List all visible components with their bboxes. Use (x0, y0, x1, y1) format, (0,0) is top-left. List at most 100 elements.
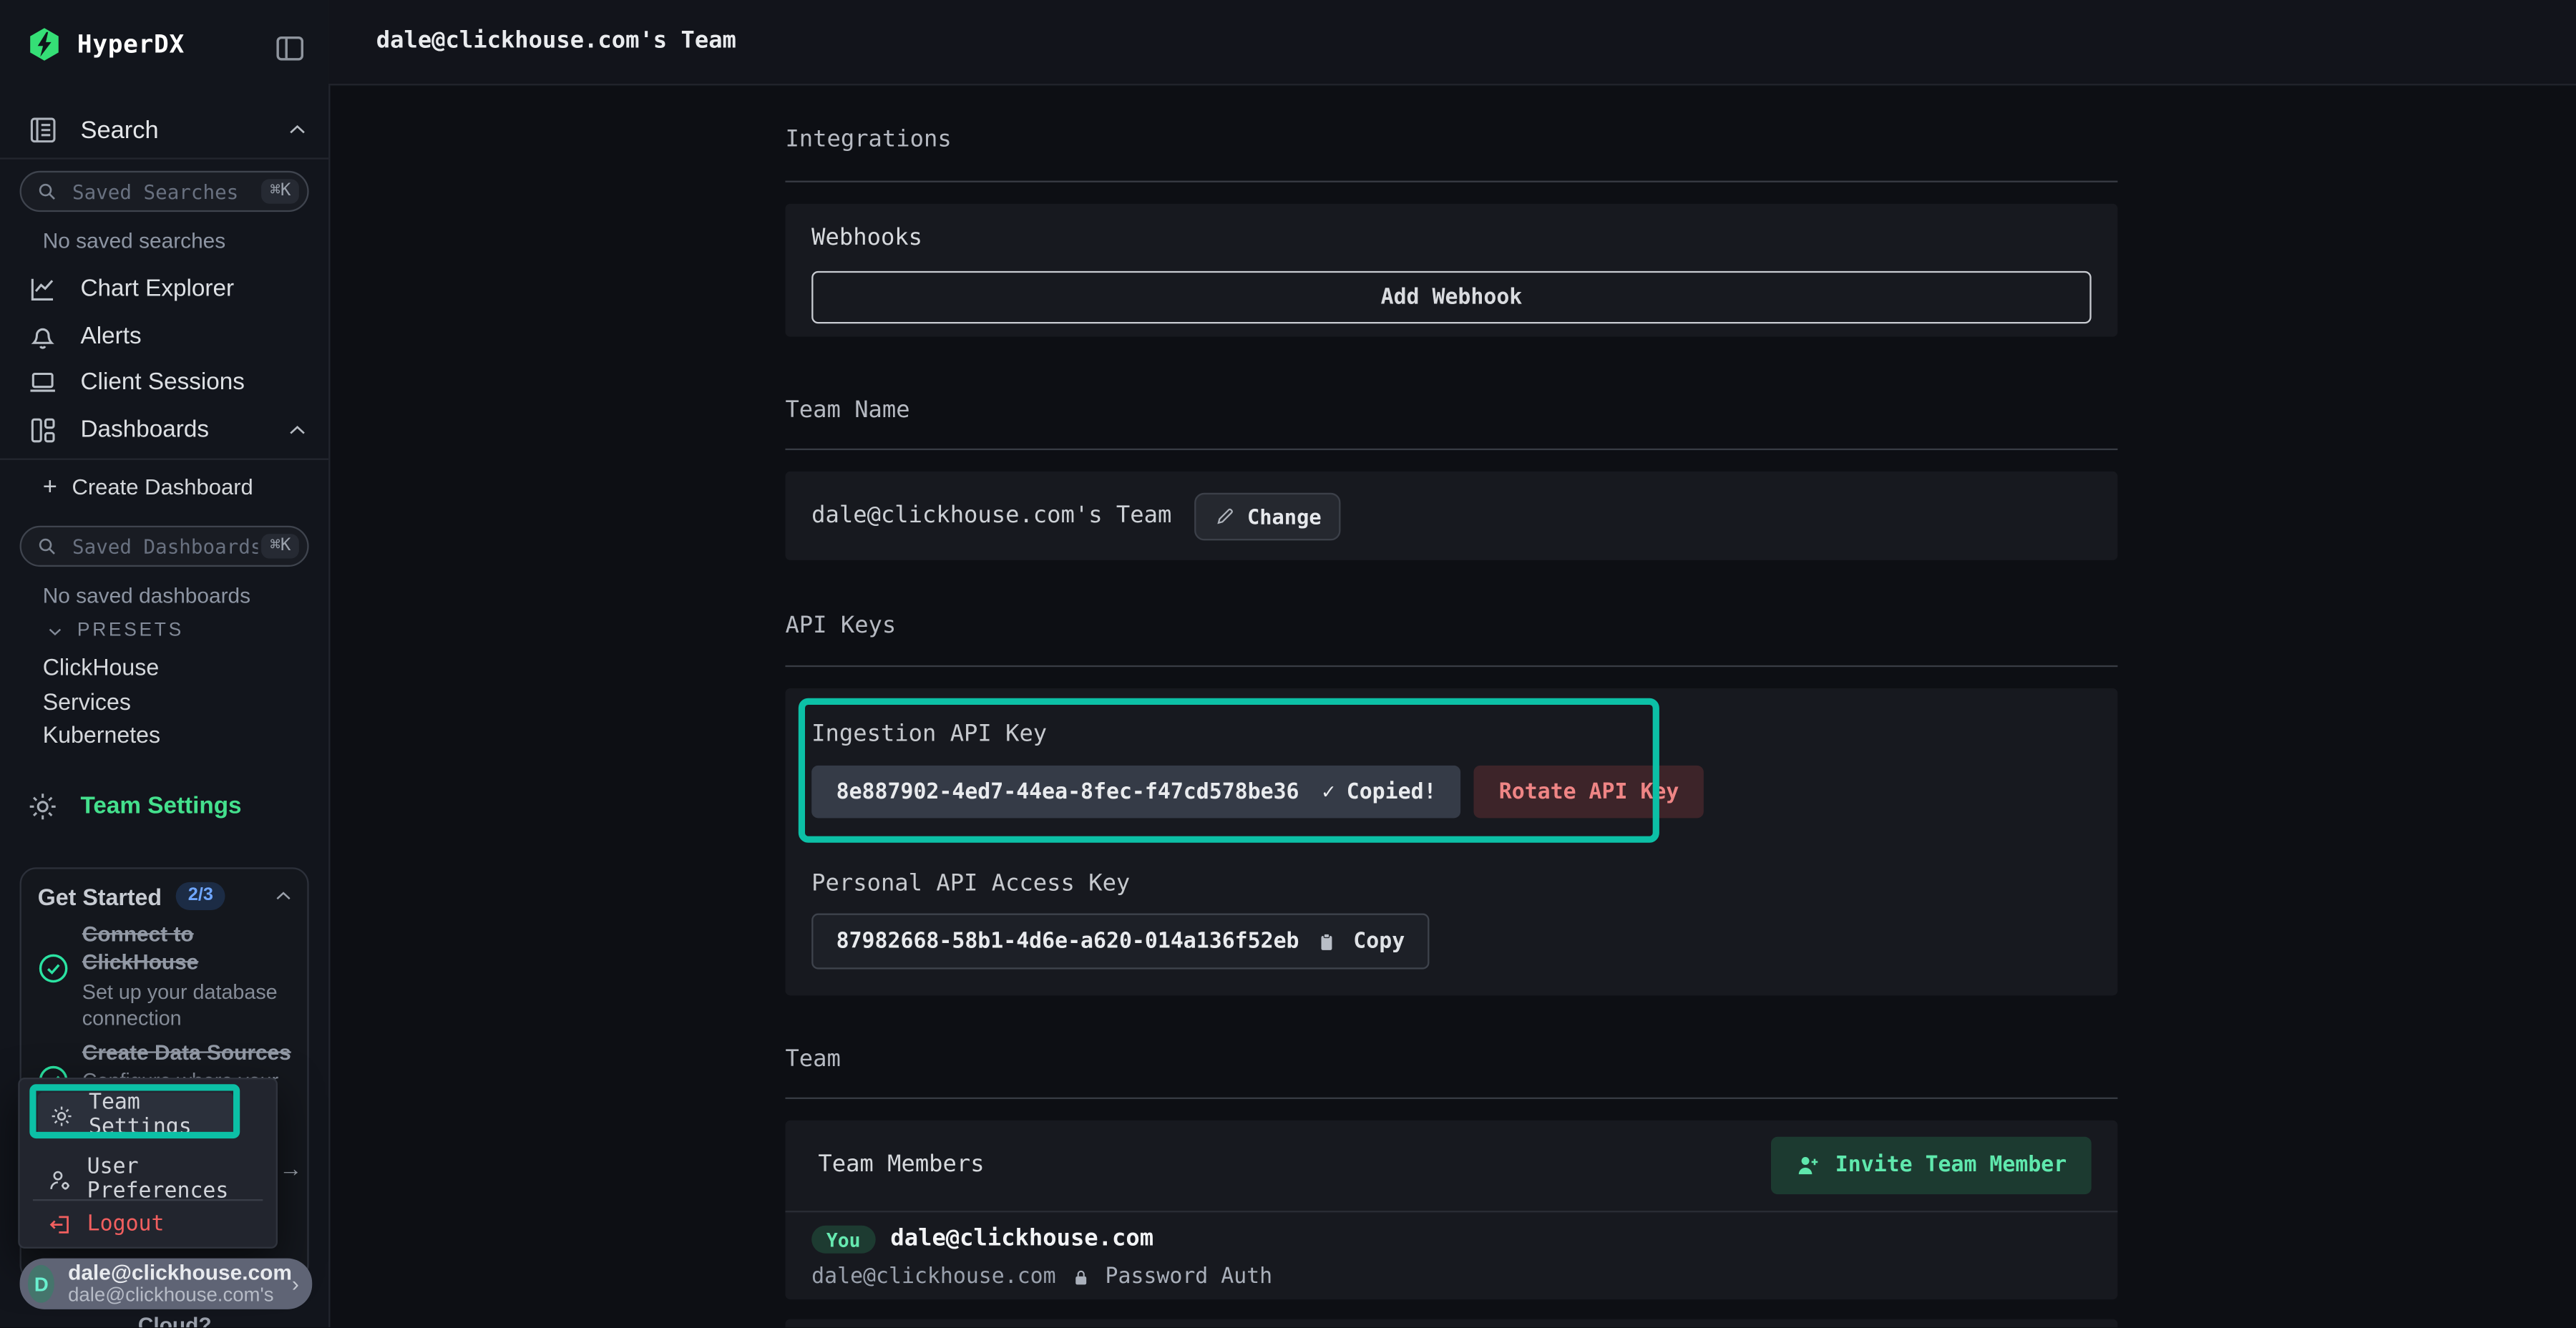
divider (785, 1098, 2117, 1099)
preset-clickhouse[interactable]: ClickHouse (43, 654, 160, 680)
api-keys-heading: API Keys (785, 612, 896, 639)
ingestion-key-row: 8e887902-4ed7-44ea-8fec-f47cd578be36 ✓ C… (811, 766, 1704, 818)
collapse-sidebar-icon[interactable] (273, 31, 307, 66)
get-started-step-title: Create Data Sources (82, 1038, 304, 1066)
sidebar-item-chart-explorer[interactable]: Chart Explorer (26, 273, 309, 306)
divider (785, 449, 2117, 450)
app-name: HyperDX (77, 29, 185, 59)
gear-icon (49, 1103, 74, 1128)
hyperdx-bolt-icon (26, 26, 63, 63)
team-heading: Team (785, 1047, 840, 1073)
arrow-right-icon[interactable]: → (279, 1155, 302, 1181)
sidebar-item-label: Chart Explorer (81, 276, 235, 303)
menu-item-logout[interactable]: Logout (48, 1212, 165, 1236)
get-started-step-desc: Set up your database connection (82, 979, 283, 1031)
check-icon: ✓ (1322, 779, 1335, 804)
sidebar-item-alerts[interactable]: Alerts (26, 321, 309, 353)
member-auth-method: Password Auth (1106, 1265, 1273, 1289)
divider (785, 1211, 2117, 1212)
copy-label: Copy (1353, 929, 1405, 953)
personal-api-key-label: Personal API Access Key (811, 871, 1130, 897)
rotate-api-key-button[interactable]: Rotate API Key (1474, 766, 1703, 818)
invite-team-member-button[interactable]: Invite Team Member (1771, 1137, 2091, 1194)
bell-icon (26, 321, 59, 353)
chevron-down-icon (46, 622, 64, 640)
chevron-up-icon[interactable] (286, 118, 308, 141)
get-started-step-title: Connect to ClickHouse (82, 920, 283, 976)
member-name: dale@clickhouse.com (890, 1226, 1153, 1252)
personal-key-row: 87982668-58b1-4d6e-a620-014a136f52eb Cop… (811, 914, 1429, 970)
chevron-up-icon[interactable] (273, 886, 294, 907)
progress-badge: 2/3 (177, 882, 225, 910)
team-name-value: dale@clickhouse.com's Team (811, 503, 1171, 529)
saved-dashboards-field[interactable] (69, 533, 261, 560)
shortcut-badge: ⌘K (262, 534, 299, 558)
sidebar-section-search[interactable]: Search (26, 113, 309, 146)
gear-icon (26, 790, 59, 823)
next-card-sliver (785, 1319, 2117, 1328)
sidebar-item-dashboards[interactable]: Dashboards (26, 414, 309, 447)
menu-item-user-preferences[interactable]: User Preferences (48, 1155, 276, 1204)
sidebar-item-client-sessions[interactable]: Client Sessions (26, 366, 309, 399)
saved-dashboards-input[interactable]: ⌘K (20, 526, 309, 567)
add-webhook-button[interactable]: Add Webhook (811, 271, 2092, 323)
chevron-up-icon[interactable] (286, 419, 308, 441)
magnifier-icon (36, 181, 58, 202)
chevron-right-icon: › (292, 1271, 299, 1296)
saved-searches-input[interactable]: ⌘K (20, 171, 309, 212)
personal-api-key-chip[interactable]: 87982668-58b1-4d6e-a620-014a136f52eb Cop… (811, 914, 1429, 970)
app-logo[interactable]: HyperDX (26, 26, 185, 63)
page-title: dale@clickhouse.com's Team (376, 28, 736, 54)
team-name-card: dale@clickhouse.com's Team Change (785, 472, 2117, 560)
no-saved-searches-note: No saved searches (43, 228, 225, 253)
app-window: HyperDX Search (0, 0, 2576, 1328)
avatar: D (28, 1265, 55, 1303)
user-account-chip[interactable]: D dale@clickhouse.com dale@clickhouse.co… (20, 1259, 313, 1309)
menu-item-label: User Preferences (87, 1155, 276, 1204)
shortcut-badge: ⌘K (262, 180, 299, 203)
preset-kubernetes[interactable]: Kubernetes (43, 721, 160, 748)
menu-item-team-settings[interactable]: Team Settings (38, 1093, 233, 1138)
page-header: dale@clickhouse.com's Team (328, 0, 2576, 85)
user-plus-icon (1796, 1153, 1820, 1178)
main-content: Integrations Webhooks Add Webhook Team N… (785, 84, 2117, 1327)
menu-item-label: Team Settings (89, 1090, 233, 1140)
logout-icon (48, 1212, 72, 1236)
check-circle-icon (36, 951, 71, 985)
ingestion-api-key-label: Ingestion API Key (811, 721, 1047, 748)
sidebar-item-label: Dashboards (81, 417, 210, 444)
user-gear-icon (48, 1167, 72, 1191)
webhooks-card: Webhooks Add Webhook (785, 204, 2117, 337)
sidebar-item-team-settings[interactable]: Team Settings (26, 790, 309, 823)
create-dashboard-button[interactable]: + Create Dashboard (43, 475, 253, 499)
team-members-label: Team Members (818, 1151, 984, 1178)
logout-label: Logout (87, 1212, 165, 1236)
clipboard-icon (1315, 931, 1337, 952)
presets-label: PRESETS (77, 621, 184, 641)
get-started-header[interactable]: Get Started 2/3 (38, 882, 294, 910)
search-logs-icon (26, 113, 59, 146)
sidebar-item-label: Client Sessions (81, 370, 245, 396)
divider (785, 181, 2117, 182)
presets-toggle[interactable]: PRESETS (46, 621, 184, 641)
ingestion-api-key-value: 8e887902-4ed7-44ea-8fec-f47cd578be36 (836, 779, 1299, 804)
team-name-heading: Team Name (785, 398, 909, 424)
divider (785, 665, 2117, 667)
plus-icon: + (43, 476, 57, 499)
saved-searches-field[interactable] (69, 178, 261, 205)
webhooks-label: Webhooks (811, 225, 922, 252)
copied-label: Copied! (1347, 779, 1437, 804)
lock-icon (1070, 1267, 1091, 1287)
divider (0, 157, 328, 159)
laptop-icon (26, 366, 59, 399)
divider (33, 1199, 263, 1201)
clipped-card-text: Cloud? (138, 1312, 212, 1328)
you-badge: You (811, 1226, 875, 1254)
preset-services[interactable]: Services (43, 688, 131, 714)
dashboards-grid-icon (26, 414, 59, 447)
user-email: dale@clickhouse.com (68, 1262, 292, 1284)
divider (0, 459, 328, 460)
ingestion-api-key-chip[interactable]: 8e887902-4ed7-44ea-8fec-f47cd578be36 ✓ C… (811, 766, 1461, 818)
change-team-name-button[interactable]: Change (1194, 492, 1341, 540)
sidebar-item-label: Alerts (81, 323, 142, 350)
